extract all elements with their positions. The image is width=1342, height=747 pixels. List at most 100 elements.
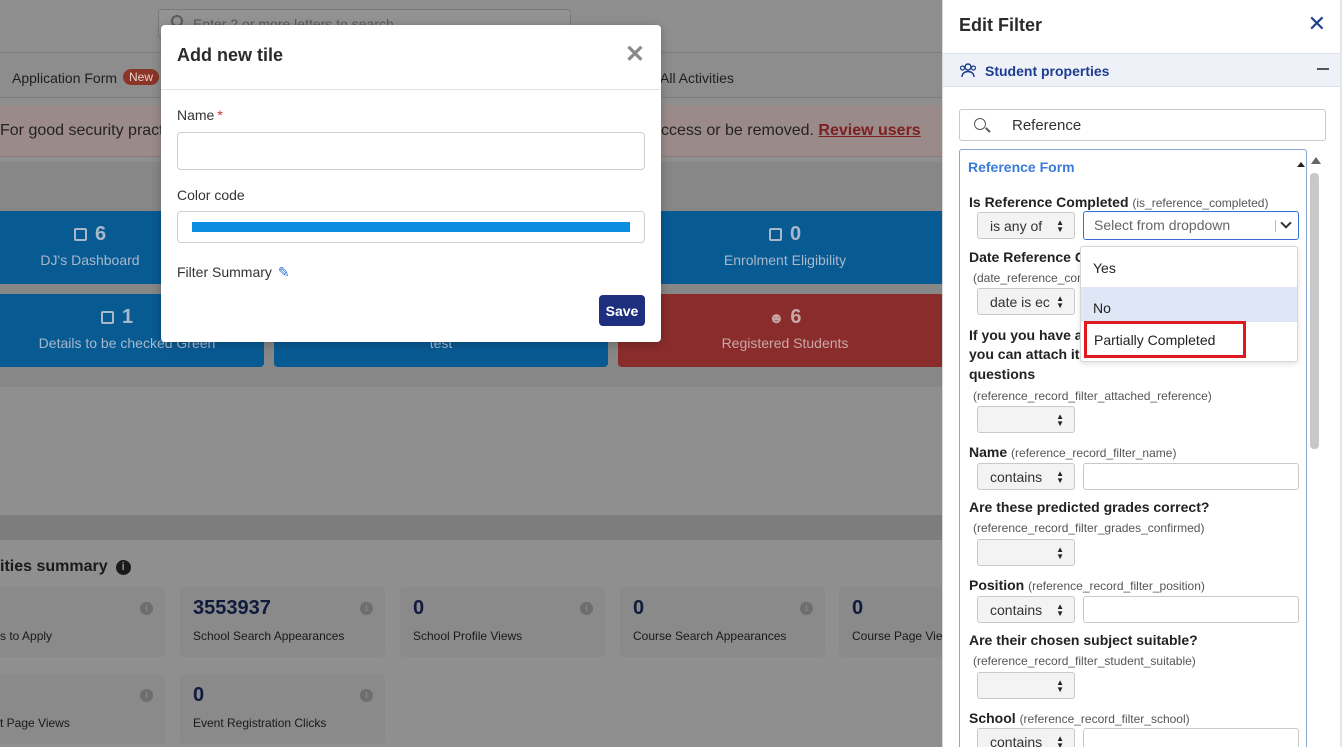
tile-label: Enrolment Eligibility bbox=[723, 252, 847, 268]
operator-select[interactable]: is any of ▲ ▼ bbox=[977, 212, 1075, 239]
list-icon bbox=[73, 228, 87, 241]
new-badge: New bbox=[123, 69, 160, 85]
summary-card: t Page Views i bbox=[0, 674, 165, 744]
review-users-link[interactable]: Review users bbox=[818, 122, 920, 139]
dropdown-menu: Yes No Partially Completed bbox=[1080, 246, 1298, 362]
summary-card: s to Apply i bbox=[0, 587, 165, 657]
sort-arrows-icon: ▲ ▼ bbox=[1056, 734, 1064, 747]
name-label: Name * bbox=[177, 107, 223, 123]
question-code: (reference_record_filter_grades_confirme… bbox=[973, 521, 1205, 535]
summary-card: 0 School Profile Views i bbox=[400, 587, 605, 657]
summary-card: 0 Course Page Vie bbox=[839, 587, 942, 657]
filter-summary-label: Filter Summary ✎ bbox=[177, 264, 290, 281]
sort-arrows-icon: ▲ ▼ bbox=[1056, 294, 1064, 310]
info-icon[interactable]: i bbox=[360, 602, 373, 615]
value-input[interactable] bbox=[1083, 463, 1299, 490]
question-label: you can attach it bbox=[969, 346, 1080, 362]
sort-arrows-icon: ▲ ▼ bbox=[1056, 218, 1064, 234]
tile-count: 6 bbox=[94, 223, 107, 245]
color-swatch bbox=[192, 222, 630, 232]
info-icon[interactable]: i bbox=[360, 689, 373, 702]
question-label: Name (reference_record_filter_name) bbox=[969, 444, 1177, 460]
dropdown-separator bbox=[1275, 220, 1276, 232]
people-icon: ☻ bbox=[768, 310, 785, 327]
dropdown-option-partially-completed[interactable]: Partially Completed bbox=[1084, 321, 1246, 358]
question-code: (date_reference_com bbox=[973, 271, 1088, 285]
list-icon bbox=[100, 311, 114, 324]
nav-application-form[interactable]: Application Form bbox=[12, 70, 117, 86]
operator-select[interactable]: contains ▲ ▼ bbox=[977, 596, 1075, 623]
tile-count: 0 bbox=[789, 223, 802, 245]
property-search-input[interactable]: Reference bbox=[959, 109, 1326, 141]
caret-up-icon[interactable] bbox=[1297, 162, 1305, 167]
search-value: Reference bbox=[1012, 117, 1082, 134]
list-icon bbox=[768, 228, 782, 241]
tile-registered-students[interactable]: ☻ 6 Registered Students bbox=[618, 294, 942, 367]
form-title[interactable]: Reference Form bbox=[968, 159, 1075, 175]
operator-select[interactable]: ▲ ▼ bbox=[977, 672, 1075, 699]
collapse-icon[interactable] bbox=[1317, 68, 1329, 70]
sort-arrows-icon: ▲ ▼ bbox=[1056, 469, 1064, 485]
operator-select[interactable]: contains ▲ ▼ bbox=[977, 728, 1075, 747]
empty-area bbox=[0, 387, 942, 515]
operator-select[interactable]: ▲ ▼ bbox=[977, 539, 1075, 566]
pencil-icon[interactable]: ✎ bbox=[278, 264, 290, 281]
add-tile-modal: Add new tile ✕ Name * Color code Filter S… bbox=[161, 25, 661, 342]
section-divider bbox=[0, 515, 942, 540]
question-label: Is Reference Completed (is_reference_com… bbox=[969, 194, 1269, 210]
color-code-input[interactable] bbox=[177, 211, 645, 243]
scroll-thumb[interactable] bbox=[1310, 173, 1319, 449]
student-properties-section[interactable]: Student properties bbox=[943, 53, 1342, 87]
sort-arrows-icon: ▲ ▼ bbox=[1056, 412, 1064, 428]
alert-text-left: For good security practic bbox=[0, 122, 176, 139]
question-label: Date Reference C bbox=[969, 249, 1085, 265]
question-code: (reference_record_filter_student_suitabl… bbox=[973, 654, 1196, 668]
info-icon[interactable]: i bbox=[140, 689, 153, 702]
save-button[interactable]: Save bbox=[599, 295, 645, 326]
panel-title: Edit Filter bbox=[959, 15, 1043, 35]
tile-count: 6 bbox=[790, 306, 802, 328]
question-label: Are these predicted grades correct? bbox=[969, 499, 1210, 515]
value-dropdown[interactable]: Select from dropdown bbox=[1083, 211, 1299, 240]
sort-arrows-icon: ▲ ▼ bbox=[1056, 545, 1064, 561]
info-icon[interactable]: i bbox=[140, 602, 153, 615]
tile-count: 1 bbox=[121, 306, 134, 328]
panel-header: Edit Filter ✕ bbox=[943, 0, 1342, 53]
summary-card: 0 Course Search Appearances i bbox=[620, 587, 825, 657]
operator-select[interactable]: contains ▲ ▼ bbox=[977, 463, 1075, 490]
tile-label: Registered Students bbox=[721, 335, 849, 351]
search-icon bbox=[974, 118, 986, 130]
dropdown-option-no[interactable]: No bbox=[1081, 287, 1297, 322]
question-label: questions bbox=[969, 366, 1036, 382]
close-icon[interactable]: ✕ bbox=[625, 43, 645, 67]
activities-summary: ities summary i s to Apply i 3553937 Scho… bbox=[0, 540, 942, 747]
value-input[interactable] bbox=[1083, 728, 1299, 747]
nav-all-activities[interactable]: All Activities bbox=[660, 70, 734, 86]
dropdown-option-yes[interactable]: Yes bbox=[1081, 247, 1297, 282]
name-input[interactable] bbox=[177, 132, 645, 170]
reference-form-group: Reference Form Is Reference Completed (i… bbox=[959, 149, 1307, 747]
section-title: Student properties bbox=[985, 63, 1110, 79]
info-icon[interactable]: i bbox=[800, 602, 813, 615]
close-icon[interactable]: ✕ bbox=[1308, 13, 1326, 35]
info-icon[interactable]: i bbox=[115, 560, 131, 575]
summary-card: 3553937 School Search Appearances i bbox=[180, 587, 385, 657]
question-label: Position (reference_record_filter_positi… bbox=[969, 577, 1205, 593]
modal-title: Add new tile bbox=[177, 45, 284, 65]
sort-arrows-icon: ▲ ▼ bbox=[1056, 678, 1064, 694]
operator-select[interactable]: date is ec ▲ ▼ bbox=[977, 288, 1075, 315]
people-icon bbox=[959, 63, 977, 78]
tile-enrolment-eligibility[interactable]: 0 Enrolment Eligibility bbox=[618, 211, 942, 284]
edit-filter-panel: Edit Filter ✕ Student properties Referen… bbox=[942, 0, 1342, 747]
operator-select[interactable]: ▲ ▼ bbox=[977, 406, 1075, 433]
modal-header: Add new tile ✕ bbox=[161, 25, 661, 90]
info-icon[interactable]: i bbox=[580, 602, 593, 615]
required-mark: * bbox=[217, 107, 223, 123]
panel-scrollbar[interactable] bbox=[1308, 155, 1322, 747]
summary-title: ities summary i bbox=[0, 558, 131, 576]
summary-card: 0 Event Registration Clicks i bbox=[180, 674, 385, 744]
question-code: (reference_record_filter_attached_refere… bbox=[973, 389, 1212, 403]
question-label: If you you have a bbox=[969, 327, 1083, 343]
value-input[interactable] bbox=[1083, 596, 1299, 623]
scroll-up-icon[interactable] bbox=[1311, 157, 1321, 164]
